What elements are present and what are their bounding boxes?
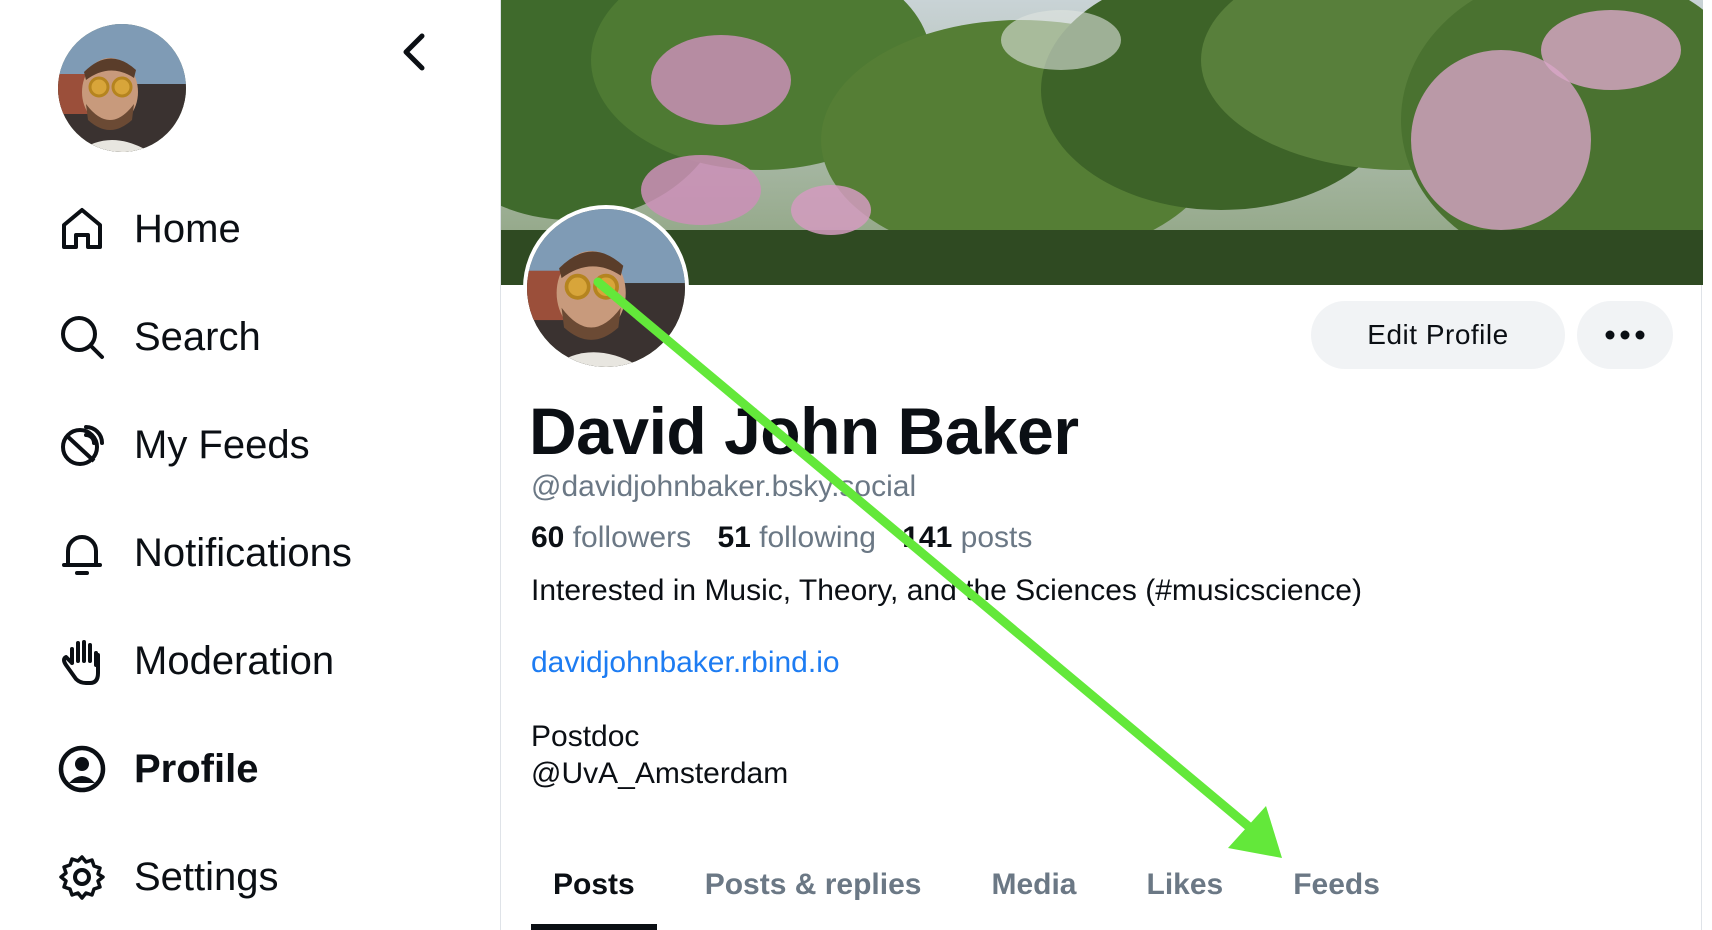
- followers-count: 60: [531, 521, 565, 554]
- chevron-left-icon: [403, 33, 425, 71]
- edit-profile-button[interactable]: Edit Profile: [1311, 301, 1565, 369]
- sidebar-item-my-feeds[interactable]: My Feeds: [58, 391, 352, 499]
- sidebar-item-profile[interactable]: Profile: [58, 715, 352, 823]
- sidebar-item-label: Settings: [134, 854, 279, 899]
- sidebar-item-settings[interactable]: Settings: [58, 823, 352, 930]
- following-count: 51: [717, 521, 751, 554]
- main-navigation: Home Search My Feeds Notifications Moder…: [58, 175, 352, 930]
- bell-icon: [58, 525, 114, 581]
- sidebar-item-home[interactable]: Home: [58, 175, 352, 283]
- following-stat[interactable]: 51 following: [717, 521, 875, 554]
- left-sidebar: Home Search My Feeds Notifications Moder…: [0, 0, 500, 930]
- profile-avatar[interactable]: [523, 205, 689, 371]
- posts-stat: 141 posts: [902, 521, 1032, 554]
- sidebar-item-label: Home: [134, 206, 241, 251]
- more-options-button[interactable]: [1577, 301, 1673, 369]
- profile-column: Edit Profile David John Baker @davidjohn…: [500, 0, 1703, 930]
- sidebar-item-label: Moderation: [134, 638, 335, 683]
- search-icon: [58, 309, 114, 365]
- bio-role-line: Postdoc: [531, 720, 640, 753]
- display-name: David John Baker: [529, 394, 1079, 468]
- more-dots-icon: [1605, 330, 1645, 340]
- tab-feeds[interactable]: Feeds: [1271, 858, 1402, 930]
- profile-stats: 60 followers 51 following 141 posts: [531, 521, 1050, 555]
- app-window: Home Search My Feeds Notifications Moder…: [0, 0, 1712, 930]
- sidebar-item-notifications[interactable]: Notifications: [58, 499, 352, 607]
- bio-role-line: @UvA_Amsterdam: [531, 757, 789, 790]
- tab-posts-and-replies[interactable]: Posts & replies: [683, 858, 944, 930]
- followers-label: followers: [572, 521, 692, 554]
- tab-likes[interactable]: Likes: [1125, 858, 1246, 930]
- sidebar-item-search[interactable]: Search: [58, 283, 352, 391]
- sidebar-item-label: Profile: [134, 746, 259, 791]
- hand-icon: [58, 633, 114, 689]
- profile-banner[interactable]: [501, 0, 1703, 285]
- sidebar-item-label: My Feeds: [134, 422, 310, 467]
- followers-stat[interactable]: 60 followers: [531, 521, 691, 554]
- sidebar-item-label: Search: [134, 314, 261, 359]
- home-icon: [58, 201, 114, 257]
- collapse-sidebar-button[interactable]: [392, 28, 436, 76]
- profile-website-link[interactable]: davidjohnbaker.rbind.io: [531, 646, 840, 680]
- sidebar-item-moderation[interactable]: Moderation: [58, 607, 352, 715]
- avatar[interactable]: [58, 24, 186, 152]
- tab-media[interactable]: Media: [969, 858, 1098, 930]
- profile-bio-role: Postdoc @UvA_Amsterdam: [531, 718, 788, 792]
- profile-tabs: Posts Posts & replies Media Likes Feeds: [531, 858, 1428, 930]
- posts-label: posts: [960, 521, 1033, 554]
- user-circle-icon: [58, 741, 114, 797]
- gear-icon: [58, 849, 114, 905]
- profile-bio: Interested in Music, Theory, and the Sci…: [531, 574, 1362, 607]
- feeds-icon: [58, 417, 114, 473]
- following-label: following: [759, 521, 876, 554]
- sidebar-item-label: Notifications: [134, 530, 352, 575]
- posts-count: 141: [902, 521, 953, 554]
- tab-posts[interactable]: Posts: [531, 858, 657, 930]
- profile-handle: @davidjohnbaker.bsky.social: [531, 470, 917, 503]
